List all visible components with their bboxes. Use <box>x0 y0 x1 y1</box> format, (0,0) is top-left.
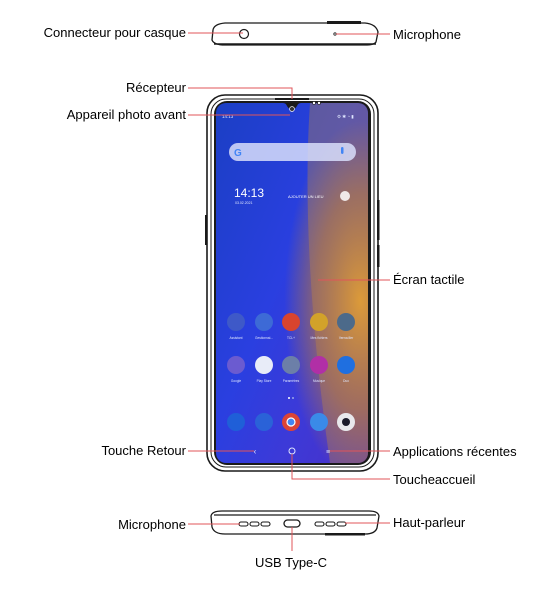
label-microphone-top: Microphone <box>393 27 461 42</box>
weather-prompt[interactable]: AJOUTER UN LIEU <box>288 194 324 199</box>
label-headphone-jack: Connecteur pour casque <box>43 25 186 40</box>
phone-illustration: 14:13 ⚙ ✱ ◔ ▮ G 14:13 03.02.2021 AJOUTER… <box>188 21 390 551</box>
settings-icon[interactable] <box>282 356 300 374</box>
back-key-icon[interactable]: ‹ <box>254 447 257 456</box>
label-touchscreen: Écran tactile <box>393 272 465 287</box>
phone-diagram: 14:13 ⚙ ✱ ◔ ▮ G 14:13 03.02.2021 AJOUTER… <box>0 0 549 598</box>
label-receiver: Récepteur <box>126 80 186 95</box>
status-icons: ⚙ ✱ ◔ ▮ <box>337 114 354 119</box>
duo-icon[interactable] <box>337 356 355 374</box>
clock: 14:13 <box>234 186 264 200</box>
app-label: Google <box>231 379 242 383</box>
app-label: Gestionnai... <box>255 336 273 340</box>
google-logo-icon: G <box>234 148 242 159</box>
music-icon[interactable] <box>310 356 328 374</box>
weather-icon <box>340 191 350 201</box>
lock-icon[interactable] <box>337 313 355 331</box>
page-indicator <box>288 397 290 399</box>
search-bar[interactable] <box>229 143 356 161</box>
recent-apps-icon[interactable]: ≡ <box>326 449 330 456</box>
google-folder-icon[interactable] <box>227 356 245 374</box>
app-label: Paramètres <box>283 379 300 383</box>
label-speaker: Haut-parleur <box>393 515 466 530</box>
label-front-camera: Appareil photo avant <box>66 107 186 122</box>
play-store-icon[interactable] <box>255 356 273 374</box>
gallery-icon[interactable] <box>310 413 328 431</box>
touchscreen[interactable]: 14:13 ⚙ ✱ ◔ ▮ G 14:13 03.02.2021 AJOUTER… <box>216 103 368 463</box>
assistant-icon[interactable] <box>227 313 245 331</box>
app-label: Musique <box>313 379 325 383</box>
app-label: Mes fichiers <box>310 336 327 340</box>
label-usb: USB Type-C <box>255 555 328 570</box>
messages-icon[interactable] <box>255 413 273 431</box>
date: 03.02.2021 <box>235 201 253 205</box>
app-label: TCL+ <box>287 336 295 340</box>
tcl-plus-icon[interactable] <box>282 313 300 331</box>
headphone-jack-icon <box>238 28 250 40</box>
mic-icon[interactable] <box>341 147 344 154</box>
app-label: Duo <box>343 379 349 383</box>
label-back-key: Touche Retour <box>101 443 186 458</box>
label-home-key: Toucheaccueil <box>393 472 476 487</box>
label-microphone-bottom: Microphone <box>118 517 186 532</box>
app-label: Assistant <box>230 336 243 340</box>
app-label: Play Store <box>257 379 272 383</box>
phone-icon[interactable] <box>227 413 245 431</box>
files-icon[interactable] <box>310 313 328 331</box>
app-label: Verrouiller <box>339 336 354 340</box>
device-manager-icon[interactable] <box>255 313 273 331</box>
front-camera-icon <box>289 106 295 112</box>
label-recent-apps: Applications récentes <box>393 444 517 459</box>
page-indicator <box>292 397 294 399</box>
phone-front-view: 14:13 ⚙ ✱ ◔ ▮ G 14:13 03.02.2021 AJOUTER… <box>205 94 380 472</box>
